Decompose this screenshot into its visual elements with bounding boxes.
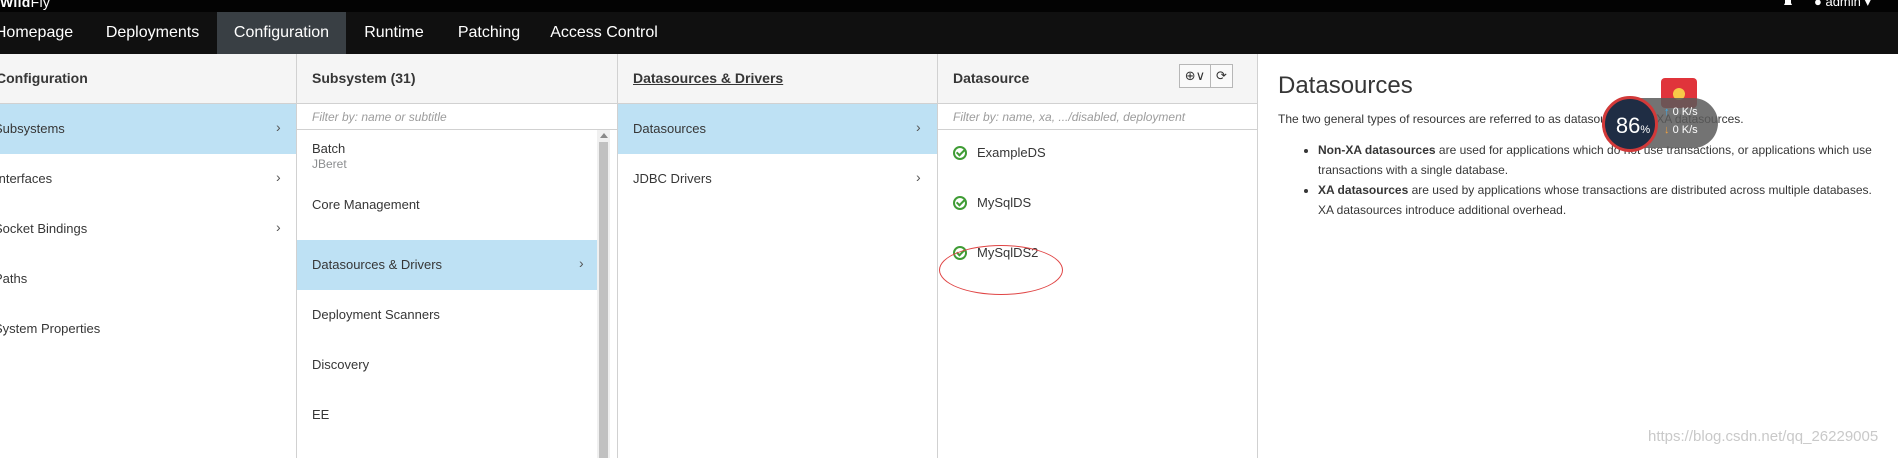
item-label: MySqlDS	[977, 195, 1032, 210]
datasource-item-exampleds[interactable]: ExampleDS	[938, 130, 1257, 180]
item-subtitle: JBeret	[312, 157, 347, 171]
column-title: Subsystem (31)	[312, 70, 416, 86]
upload-arrow-icon: ↑	[1664, 106, 1670, 118]
item-label: JDBC Drivers	[633, 171, 712, 186]
item-label: Interfaces	[0, 171, 53, 186]
item-label: Deployment Scanners	[312, 307, 440, 322]
download-arrow-icon: ↓	[1664, 124, 1670, 136]
chevron-right-icon: ›	[916, 169, 921, 185]
config-item-subsystems[interactable]: Subsystems ›	[0, 104, 296, 154]
item-label: Paths	[0, 271, 28, 286]
detail-panel: Datasources The two general types of res…	[1258, 54, 1898, 458]
detail-title: Datasources	[1278, 72, 1413, 99]
subsystem-item-discovery[interactable]: Discovery	[297, 340, 597, 390]
annotation-ellipse	[939, 245, 1063, 295]
item-label: System Properties	[0, 321, 101, 336]
item-label: Discovery	[312, 357, 370, 372]
scrollbar-thumb[interactable]	[599, 142, 608, 458]
item-label: Core Management	[312, 197, 420, 212]
main-nav: Homepage Deployments Configuration Runti…	[0, 12, 1898, 54]
refresh-button[interactable]: ⟳	[1210, 64, 1233, 88]
tab-deployments[interactable]: Deployments	[95, 12, 210, 54]
chevron-right-icon: ›	[276, 119, 281, 135]
item-label: EE	[312, 407, 330, 422]
download-speed: ↓ 0 K/s	[1664, 124, 1698, 136]
item-label: Batch	[312, 141, 346, 156]
item-label: Subsystems	[0, 121, 65, 136]
tab-runtime[interactable]: Runtime	[352, 12, 436, 54]
subsystem-item-datasources-drivers[interactable]: Datasources & Drivers ›	[297, 240, 597, 290]
chevron-right-icon: ›	[276, 169, 281, 185]
check-circle-icon	[953, 146, 967, 160]
item-label: Datasources	[633, 121, 706, 136]
drivers-item-jdbc-drivers[interactable]: JDBC Drivers ›	[618, 154, 937, 204]
config-item-socket-bindings[interactable]: Socket Bindings ›	[0, 204, 296, 254]
network-monitor-widget[interactable]: 86% ↑ 0 K/s ↓ 0 K/s	[1602, 96, 1720, 152]
check-circle-icon	[953, 196, 967, 210]
subsystem-scrollbar[interactable]	[597, 130, 610, 458]
column-title: Datasource	[953, 70, 1030, 86]
user-menu[interactable]: ● admin ▾	[1814, 0, 1871, 10]
cpu-percent: 86%	[1615, 113, 1651, 138]
tab-patching[interactable]: Patching	[448, 12, 530, 54]
scroll-up-arrow-icon[interactable]	[600, 133, 608, 138]
bell-icon[interactable]	[1782, 0, 1794, 7]
item-label: Socket Bindings	[0, 221, 88, 236]
column-title-link[interactable]: Datasources & Drivers	[633, 70, 783, 86]
subsystem-item-ee[interactable]: EE	[297, 390, 597, 440]
column-header: Datasource ⊕∨ ⟳	[938, 54, 1257, 104]
config-item-paths[interactable]: Paths	[0, 254, 296, 304]
datasource-filter-input[interactable]: Filter by: name, xa, .../disabled, deplo…	[938, 104, 1257, 130]
chevron-right-icon: ›	[276, 219, 281, 235]
subsystem-item-deployment-scanners[interactable]: Deployment Scanners	[297, 290, 597, 340]
item-label: ExampleDS	[977, 145, 1046, 160]
column-title: Configuration	[0, 70, 88, 86]
item-label: Datasources & Drivers	[312, 257, 443, 272]
config-item-interfaces[interactable]: Interfaces ›	[0, 154, 296, 204]
column-header: Datasources & Drivers	[618, 54, 937, 104]
datasource-item-mysqlds[interactable]: MySqlDS	[938, 180, 1257, 230]
drivers-item-datasources[interactable]: Datasources ›	[618, 104, 937, 154]
chevron-right-icon: ›	[916, 119, 921, 135]
subsystem-filter-input[interactable]: Filter by: name or subtitle	[297, 104, 617, 130]
configuration-column: Configuration Subsystems › Interfaces › …	[0, 54, 297, 458]
tab-access-control[interactable]: Access Control	[548, 12, 660, 54]
column-header: Configuration	[0, 54, 296, 104]
top-bar: WildFly ● admin ▾	[0, 0, 1898, 12]
cpu-gauge: 86%	[1602, 96, 1658, 152]
watermark: https://blog.csdn.net/qq_26229005	[1648, 428, 1879, 445]
subsystem-item-batch[interactable]: Batch JBeret	[297, 130, 597, 180]
column-header: Subsystem (31)	[297, 54, 617, 104]
subsystem-column: Subsystem (31) Filter by: name or subtit…	[297, 54, 618, 458]
chevron-right-icon: ›	[579, 255, 584, 271]
upload-speed: ↑ 0 K/s	[1664, 106, 1698, 118]
subsystem-item-core-management[interactable]: Core Management	[297, 180, 597, 230]
config-item-system-properties[interactable]: System Properties	[0, 304, 296, 354]
detail-list: Non-XA datasources are used for applicat…	[1298, 140, 1888, 220]
add-button[interactable]: ⊕∨	[1179, 64, 1211, 88]
tab-configuration[interactable]: Configuration	[217, 12, 346, 54]
brand-logo[interactable]: WildFly	[0, 0, 50, 10]
drivers-column: Datasources & Drivers Datasources › JDBC…	[618, 54, 938, 458]
tab-homepage[interactable]: Homepage	[0, 12, 84, 54]
list-item: XA datasources are used by applications …	[1318, 180, 1888, 220]
